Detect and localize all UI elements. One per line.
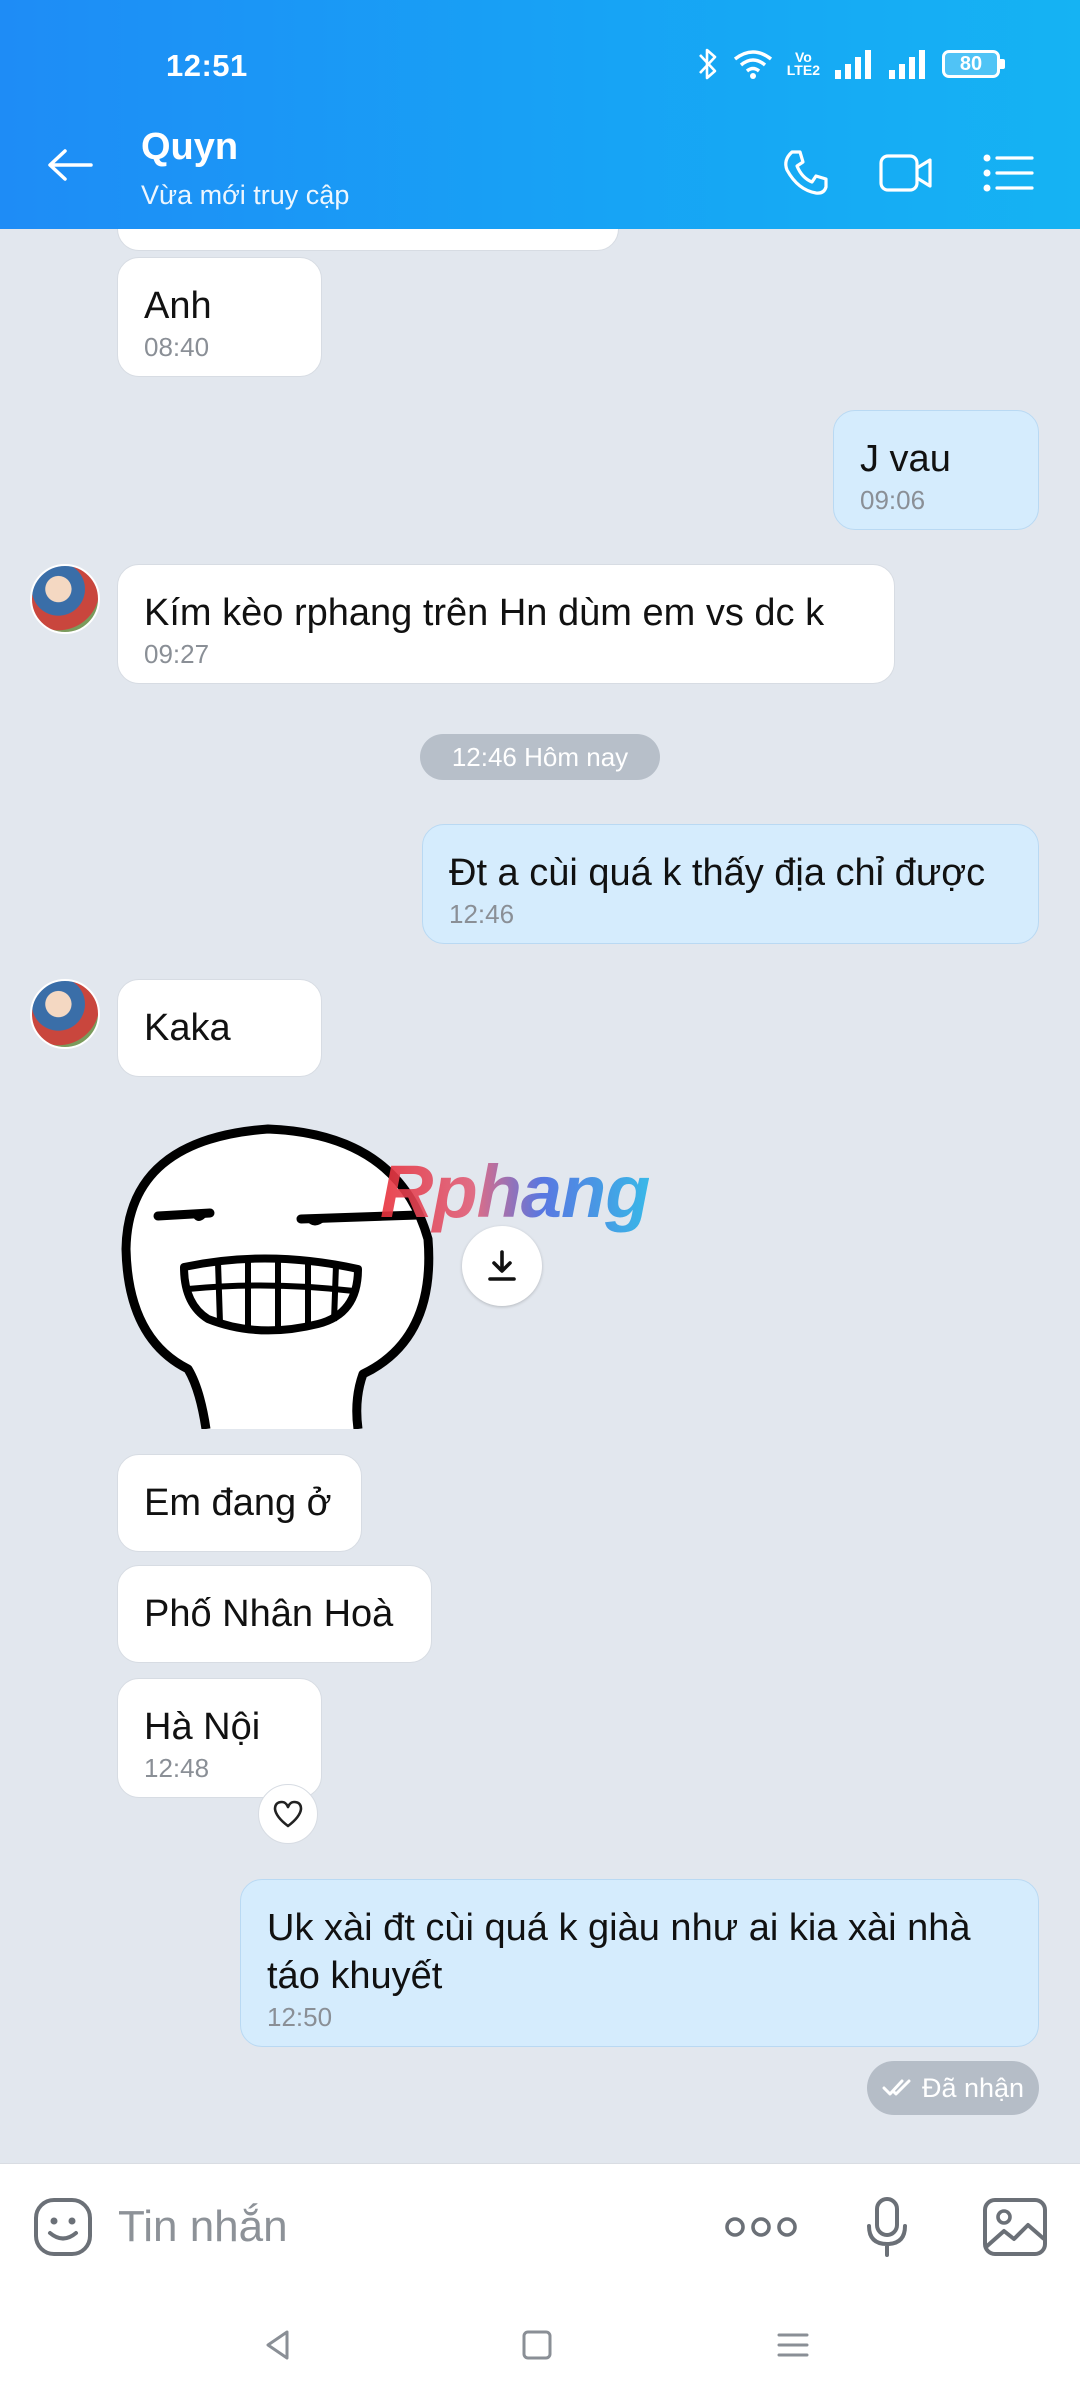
heart-icon — [273, 1800, 303, 1828]
message-text: Uk xài đt cùi quá k giàu như ai kia xài … — [267, 1907, 971, 1997]
message-text: J vau — [860, 438, 951, 480]
lines-recents-icon — [777, 2333, 809, 2357]
contact-status: Vừa mới truy cập — [141, 180, 350, 210]
message-input-bar: Tin nhắn — [0, 2163, 1080, 2291]
gallery-button[interactable] — [980, 2192, 1050, 2262]
message-text: Phố Nhân Hoà — [144, 1593, 394, 1635]
volte-indicator: Vo LTE2 — [786, 49, 820, 78]
delivery-status-text: Đã nhận — [921, 2072, 1025, 2103]
signal-icon-2 — [889, 50, 925, 79]
download-icon — [488, 1250, 516, 1281]
signal-icon-1 — [835, 50, 871, 79]
list-menu-icon — [983, 154, 1034, 192]
message-bubble-outgoing[interactable]: Đt a cùi quá k thấy địa chỉ được 12:46 — [422, 824, 1039, 944]
message-time: 12:48 — [144, 1753, 210, 1783]
phone-icon — [784, 150, 828, 195]
menu-button[interactable] — [978, 148, 1038, 198]
nav-back-button[interactable] — [248, 2320, 308, 2370]
message-time: 09:27 — [144, 639, 210, 669]
message-text: Em đang ở — [144, 1482, 332, 1524]
chat-header: 12:51 Vo LTE2 80 Quyn Vừa mới truy cập — [0, 0, 1080, 229]
microphone-icon — [867, 2197, 907, 2257]
delivery-status-badge: Đã nhận — [867, 2061, 1039, 2115]
message-text: Đt a cùi quá k thấy địa chỉ được — [449, 852, 986, 894]
square-home-icon — [522, 2330, 552, 2360]
bluetooth-icon — [698, 48, 717, 80]
wifi-icon — [733, 50, 772, 79]
triangle-back-icon — [266, 2330, 289, 2360]
message-time: 12:50 — [267, 2002, 333, 2032]
download-sticker-button[interactable] — [462, 1226, 542, 1306]
message-list[interactable]: Anh 08:40 J vau 09:06 Kím kèo rphang trê… — [0, 229, 1080, 2163]
avatar[interactable] — [30, 564, 100, 634]
nav-home-button[interactable] — [507, 2320, 567, 2370]
status-time: 12:51 — [166, 48, 248, 83]
message-bubble-incoming[interactable]: Em đang ở — [117, 1454, 362, 1552]
nav-recents-button[interactable] — [763, 2320, 823, 2370]
voice-call-button[interactable] — [775, 148, 835, 198]
message-text: Hà Nội — [144, 1706, 261, 1748]
message-bubble-incoming[interactable]: Anh 08:40 — [117, 257, 322, 377]
message-input[interactable]: Tin nhắn — [118, 2202, 288, 2252]
more-options-button[interactable] — [724, 2192, 798, 2262]
watermark: Rphang — [380, 1150, 650, 1233]
video-camera-icon — [879, 154, 932, 192]
sticker-button[interactable] — [28, 2192, 98, 2262]
back-button[interactable] — [40, 140, 100, 190]
arrow-left-icon — [48, 149, 93, 181]
message-time: 08:40 — [144, 332, 210, 362]
contact-name[interactable]: Quyn — [141, 126, 238, 169]
message-bubble-incoming[interactable]: Phố Nhân Hoà — [117, 1565, 432, 1663]
double-check-icon — [882, 2079, 911, 2096]
video-call-button[interactable] — [876, 148, 936, 198]
battery-icon: 80 — [942, 50, 1005, 78]
message-time: 09:06 — [860, 485, 926, 515]
message-bubble-incoming[interactable]: Kaka — [117, 979, 322, 1077]
avatar[interactable] — [30, 979, 100, 1049]
image-icon — [983, 2198, 1047, 2256]
message-text: Kaka — [144, 1007, 231, 1049]
message-bubble-outgoing[interactable]: J vau 09:06 — [833, 410, 1039, 530]
message-time: 12:46 — [449, 899, 515, 929]
react-button[interactable] — [258, 1784, 318, 1844]
more-dots-icon — [725, 2217, 797, 2237]
message-text: Kím kèo rphang trên Hn dùm em vs dc k — [144, 592, 825, 634]
system-nav-bar — [0, 2290, 1080, 2400]
smiley-sticker-icon — [34, 2198, 92, 2256]
date-divider: 12:46 Hôm nay — [420, 734, 660, 780]
message-bubble-incoming[interactable]: Hà Nội 12:48 — [117, 1678, 322, 1798]
voice-message-button[interactable] — [852, 2192, 922, 2262]
message-text: Anh — [144, 285, 212, 327]
message-bubble-incoming[interactable]: Kím kèo rphang trên Hn dùm em vs dc k 09… — [117, 564, 895, 684]
battery-level: 80 — [959, 52, 983, 75]
message-bubble-outgoing[interactable]: Uk xài đt cùi quá k giàu như ai kia xài … — [240, 1879, 1039, 2047]
status-icons: Vo LTE2 80 — [697, 44, 1005, 84]
message-bubble-partial[interactable] — [117, 229, 619, 251]
